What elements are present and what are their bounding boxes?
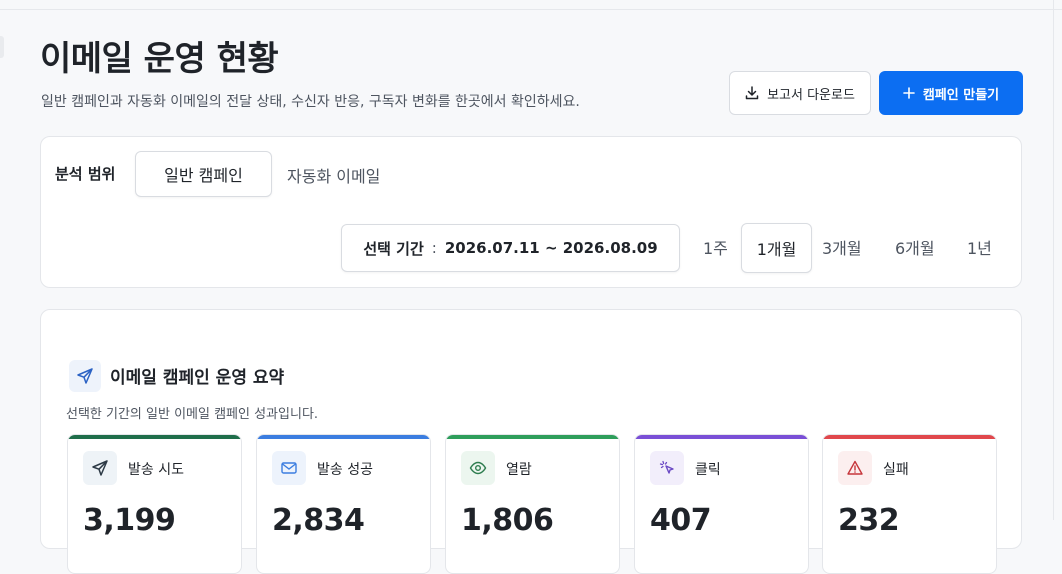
sidebar-edge-handle	[0, 36, 4, 58]
send-icon	[69, 360, 101, 392]
date-range-picker[interactable]: 선택 기간 : 2026.07.11 ~ 2026.08.09	[341, 224, 680, 272]
metric-value: 2,834	[272, 503, 365, 538]
metric-value: 1,806	[461, 503, 554, 538]
plus-icon	[903, 87, 915, 99]
scope-label: 분석 범위	[55, 165, 116, 183]
date-range-separator: :	[431, 239, 437, 257]
send-icon	[83, 451, 117, 485]
scrollbar-track	[1053, 0, 1054, 520]
metric-label: 실패	[883, 462, 909, 478]
metric-accent-bar	[257, 435, 430, 439]
metric-card-clicked[interactable]: 클릭 407	[634, 434, 809, 574]
filter-panel: 분석 범위 일반 캠페인 자동화 이메일 선택 기간 : 2026.07.11 …	[40, 136, 1022, 288]
create-campaign-button[interactable]: 캠페인 만들기	[879, 71, 1023, 115]
metric-value: 407	[650, 503, 712, 538]
cursor-click-icon	[650, 451, 684, 485]
metric-accent-bar	[68, 435, 241, 439]
period-option-1w[interactable]: 1주	[703, 235, 728, 259]
period-option-1y[interactable]: 1년	[967, 235, 992, 259]
download-icon	[745, 86, 759, 100]
top-divider	[0, 9, 1062, 10]
metric-label: 발송 시도	[128, 462, 184, 478]
period-option-1m[interactable]: 1개월	[741, 223, 812, 273]
metric-card-sent-attempt[interactable]: 발송 시도 3,199	[67, 434, 242, 574]
metric-label: 클릭	[695, 462, 721, 478]
warning-icon	[838, 451, 872, 485]
metric-card-failed[interactable]: 실패 232	[822, 434, 997, 574]
metric-card-opened[interactable]: 열람 1,806	[445, 434, 620, 574]
metric-accent-bar	[823, 435, 996, 439]
create-campaign-label: 캠페인 만들기	[922, 87, 1000, 103]
campaign-summary-card: 이메일 캠페인 운영 요약 선택한 기간의 일반 이메일 캠페인 성과입니다. …	[40, 309, 1022, 574]
metric-accent-bar	[446, 435, 619, 439]
scope-option-automation[interactable]: 자동화 이메일	[287, 163, 380, 187]
download-report-button[interactable]: 보고서 다운로드	[729, 71, 871, 115]
page-title: 이메일 운영 현황	[40, 39, 279, 79]
summary-title: 이메일 캠페인 운영 요약	[110, 368, 285, 388]
date-range-label: 선택 기간	[363, 239, 424, 258]
eye-icon	[461, 451, 495, 485]
date-range-value: 2026.07.11 ~ 2026.08.09	[444, 239, 658, 257]
period-option-6m[interactable]: 6개월	[895, 235, 935, 259]
metric-value: 232	[838, 503, 900, 538]
metric-label: 발송 성공	[317, 462, 373, 478]
summary-description: 선택한 기간의 일반 이메일 캠페인 성과입니다.	[66, 407, 319, 422]
mail-check-icon	[272, 451, 306, 485]
period-option-3m[interactable]: 3개월	[822, 235, 862, 259]
metric-card-sent-success[interactable]: 발송 성공 2,834	[256, 434, 431, 574]
scope-option-general[interactable]: 일반 캠페인	[135, 151, 272, 197]
metric-label: 열람	[506, 462, 532, 478]
metric-value: 3,199	[83, 503, 176, 538]
download-report-label: 보고서 다운로드	[767, 87, 855, 103]
metric-accent-bar	[635, 435, 808, 439]
page-subtitle: 일반 캠페인과 자동화 이메일의 전달 상태, 수신자 반응, 구독자 변화를 …	[41, 94, 580, 110]
